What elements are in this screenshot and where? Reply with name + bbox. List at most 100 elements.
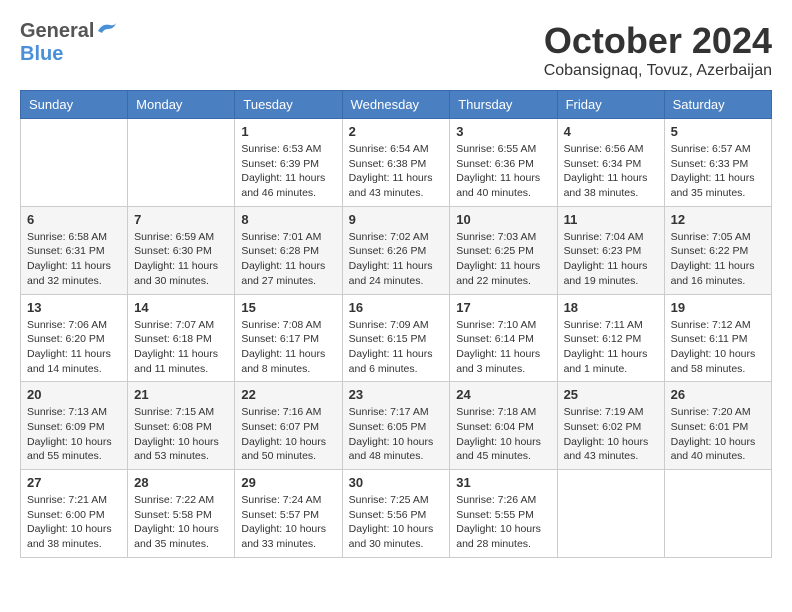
header-monday: Monday bbox=[128, 91, 235, 119]
logo: General Blue bbox=[20, 20, 118, 66]
header-tuesday: Tuesday bbox=[235, 91, 342, 119]
day-info: Sunrise: 6:59 AMSunset: 6:30 PMDaylight:… bbox=[134, 230, 228, 289]
day-number: 31 bbox=[456, 475, 550, 490]
day-number: 15 bbox=[241, 300, 335, 315]
day-number: 8 bbox=[241, 212, 335, 227]
day-info: Sunrise: 6:56 AMSunset: 6:34 PMDaylight:… bbox=[564, 142, 658, 201]
day-number: 2 bbox=[349, 124, 444, 139]
header-saturday: Saturday bbox=[664, 91, 771, 119]
day-info: Sunrise: 7:12 AMSunset: 6:11 PMDaylight:… bbox=[671, 318, 765, 377]
header-sunday: Sunday bbox=[21, 91, 128, 119]
calendar-cell: 11 Sunrise: 7:04 AMSunset: 6:23 PMDayligh… bbox=[557, 206, 664, 294]
calendar-week-row: 13Sunrise: 7:06 AMSunset: 6:20 PMDayligh… bbox=[21, 294, 772, 382]
day-number: 21 bbox=[134, 387, 228, 402]
day-info: Sunrise: 7:04 AMSunset: 6:23 PMDaylight:… bbox=[564, 230, 658, 289]
day-number: 27 bbox=[27, 475, 121, 490]
day-info: Sunrise: 7:26 AMSunset: 5:55 PMDaylight:… bbox=[456, 493, 550, 552]
day-number: 11 bbox=[564, 212, 658, 227]
calendar-cell: 23Sunrise: 7:17 AMSunset: 6:05 PMDayligh… bbox=[342, 382, 450, 470]
day-number: 28 bbox=[134, 475, 228, 490]
day-info: Sunrise: 7:07 AMSunset: 6:18 PMDaylight:… bbox=[134, 318, 228, 377]
day-number: 19 bbox=[671, 300, 765, 315]
day-info: Sunrise: 7:11 AMSunset: 6:12 PMDaylight:… bbox=[564, 318, 658, 377]
day-info: Sunrise: 7:19 AMSunset: 6:02 PMDaylight:… bbox=[564, 405, 658, 464]
day-info: Sunrise: 7:08 AMSunset: 6:17 PMDaylight:… bbox=[241, 318, 335, 377]
page-header: General Blue October 2024 Cobansignaq, T… bbox=[20, 20, 772, 80]
calendar-week-row: 1Sunrise: 6:53 AMSunset: 6:39 PMDaylight… bbox=[21, 119, 772, 207]
day-number: 13 bbox=[27, 300, 121, 315]
day-info: Sunrise: 6:55 AMSunset: 6:36 PMDaylight:… bbox=[456, 142, 550, 201]
header-friday: Friday bbox=[557, 91, 664, 119]
calendar-week-row: 6Sunrise: 6:58 AMSunset: 6:31 PMDaylight… bbox=[21, 206, 772, 294]
calendar-cell: 19 Sunrise: 7:12 AMSunset: 6:11 PMDayligh… bbox=[664, 294, 771, 382]
day-info: Sunrise: 7:17 AMSunset: 6:05 PMDaylight:… bbox=[349, 405, 444, 464]
day-info: Sunrise: 7:21 AMSunset: 6:00 PMDaylight:… bbox=[27, 493, 121, 552]
day-number: 6 bbox=[27, 212, 121, 227]
logo-bird-icon bbox=[96, 21, 118, 39]
calendar-table: Sunday Monday Tuesday Wednesday Thursday… bbox=[20, 90, 772, 558]
day-info: Sunrise: 7:22 AMSunset: 5:58 PMDaylight:… bbox=[134, 493, 228, 552]
title-block: October 2024 Cobansignaq, Tovuz, Azerbai… bbox=[544, 20, 772, 80]
calendar-cell bbox=[664, 470, 771, 558]
day-number: 17 bbox=[456, 300, 550, 315]
calendar-cell: 1Sunrise: 6:53 AMSunset: 6:39 PMDaylight… bbox=[235, 119, 342, 207]
calendar-cell: 29Sunrise: 7:24 AMSunset: 5:57 PMDayligh… bbox=[235, 470, 342, 558]
calendar-cell: 5 Sunrise: 6:57 AMSunset: 6:33 PMDaylight… bbox=[664, 119, 771, 207]
calendar-cell: 27 Sunrise: 7:21 AMSunset: 6:00 PMDayligh… bbox=[21, 470, 128, 558]
day-number: 18 bbox=[564, 300, 658, 315]
day-info: Sunrise: 6:57 AMSunset: 6:33 PMDaylight:… bbox=[671, 142, 765, 201]
day-info: Sunrise: 7:16 AMSunset: 6:07 PMDaylight:… bbox=[241, 405, 335, 464]
logo-blue-text: Blue bbox=[20, 43, 118, 66]
day-info: Sunrise: 7:10 AMSunset: 6:14 PMDaylight:… bbox=[456, 318, 550, 377]
calendar-cell: 21Sunrise: 7:15 AMSunset: 6:08 PMDayligh… bbox=[128, 382, 235, 470]
calendar-cell: 16 Sunrise: 7:09 AMSunset: 6:15 PMDayligh… bbox=[342, 294, 450, 382]
calendar-cell: 13Sunrise: 7:06 AMSunset: 6:20 PMDayligh… bbox=[21, 294, 128, 382]
calendar-cell: 3Sunrise: 6:55 AMSunset: 6:36 PMDaylight… bbox=[450, 119, 557, 207]
day-info: Sunrise: 7:03 AMSunset: 6:25 PMDaylight:… bbox=[456, 230, 550, 289]
day-info: Sunrise: 7:05 AMSunset: 6:22 PMDaylight:… bbox=[671, 230, 765, 289]
calendar-cell: 15 Sunrise: 7:08 AMSunset: 6:17 PMDayligh… bbox=[235, 294, 342, 382]
calendar-cell bbox=[21, 119, 128, 207]
calendar-cell: 7 Sunrise: 6:59 AMSunset: 6:30 PMDaylight… bbox=[128, 206, 235, 294]
calendar-cell: 22 Sunrise: 7:16 AMSunset: 6:07 PMDayligh… bbox=[235, 382, 342, 470]
day-info: Sunrise: 7:09 AMSunset: 6:15 PMDaylight:… bbox=[349, 318, 444, 377]
day-number: 14 bbox=[134, 300, 228, 315]
calendar-cell: 20 Sunrise: 7:13 AMSunset: 6:09 PMDayligh… bbox=[21, 382, 128, 470]
month-title: October 2024 bbox=[544, 20, 772, 62]
day-number: 12 bbox=[671, 212, 765, 227]
calendar-cell: 8 Sunrise: 7:01 AMSunset: 6:28 PMDaylight… bbox=[235, 206, 342, 294]
day-number: 26 bbox=[671, 387, 765, 402]
day-number: 22 bbox=[241, 387, 335, 402]
calendar-cell: 4Sunrise: 6:56 AMSunset: 6:34 PMDaylight… bbox=[557, 119, 664, 207]
calendar-cell: 12 Sunrise: 7:05 AMSunset: 6:22 PMDayligh… bbox=[664, 206, 771, 294]
calendar-cell: 9 Sunrise: 7:02 AMSunset: 6:26 PMDaylight… bbox=[342, 206, 450, 294]
calendar-cell: 2Sunrise: 6:54 AMSunset: 6:38 PMDaylight… bbox=[342, 119, 450, 207]
day-number: 9 bbox=[349, 212, 444, 227]
day-number: 20 bbox=[27, 387, 121, 402]
calendar-cell: 28 Sunrise: 7:22 AMSunset: 5:58 PMDayligh… bbox=[128, 470, 235, 558]
location-subtitle: Cobansignaq, Tovuz, Azerbaijan bbox=[544, 62, 772, 80]
day-number: 5 bbox=[671, 124, 765, 139]
weekday-header-row: Sunday Monday Tuesday Wednesday Thursday… bbox=[21, 91, 772, 119]
day-number: 25 bbox=[564, 387, 658, 402]
calendar-cell: 17 Sunrise: 7:10 AMSunset: 6:14 PMDayligh… bbox=[450, 294, 557, 382]
day-number: 29 bbox=[241, 475, 335, 490]
calendar-cell: 26 Sunrise: 7:20 AMSunset: 6:01 PMDayligh… bbox=[664, 382, 771, 470]
logo-general-text: General bbox=[20, 20, 94, 43]
day-info: Sunrise: 7:01 AMSunset: 6:28 PMDaylight:… bbox=[241, 230, 335, 289]
calendar-cell: 14 Sunrise: 7:07 AMSunset: 6:18 PMDayligh… bbox=[128, 294, 235, 382]
day-info: Sunrise: 7:02 AMSunset: 6:26 PMDaylight:… bbox=[349, 230, 444, 289]
calendar-week-row: 27 Sunrise: 7:21 AMSunset: 6:00 PMDayligh… bbox=[21, 470, 772, 558]
day-info: Sunrise: 7:20 AMSunset: 6:01 PMDaylight:… bbox=[671, 405, 765, 464]
header-wednesday: Wednesday bbox=[342, 91, 450, 119]
day-info: Sunrise: 7:13 AMSunset: 6:09 PMDaylight:… bbox=[27, 405, 121, 464]
header-thursday: Thursday bbox=[450, 91, 557, 119]
calendar-cell bbox=[557, 470, 664, 558]
day-info: Sunrise: 7:18 AMSunset: 6:04 PMDaylight:… bbox=[456, 405, 550, 464]
day-info: Sunrise: 6:53 AMSunset: 6:39 PMDaylight:… bbox=[241, 142, 335, 201]
calendar-cell: 24 Sunrise: 7:18 AMSunset: 6:04 PMDayligh… bbox=[450, 382, 557, 470]
day-number: 16 bbox=[349, 300, 444, 315]
day-number: 30 bbox=[349, 475, 444, 490]
day-number: 24 bbox=[456, 387, 550, 402]
day-number: 7 bbox=[134, 212, 228, 227]
